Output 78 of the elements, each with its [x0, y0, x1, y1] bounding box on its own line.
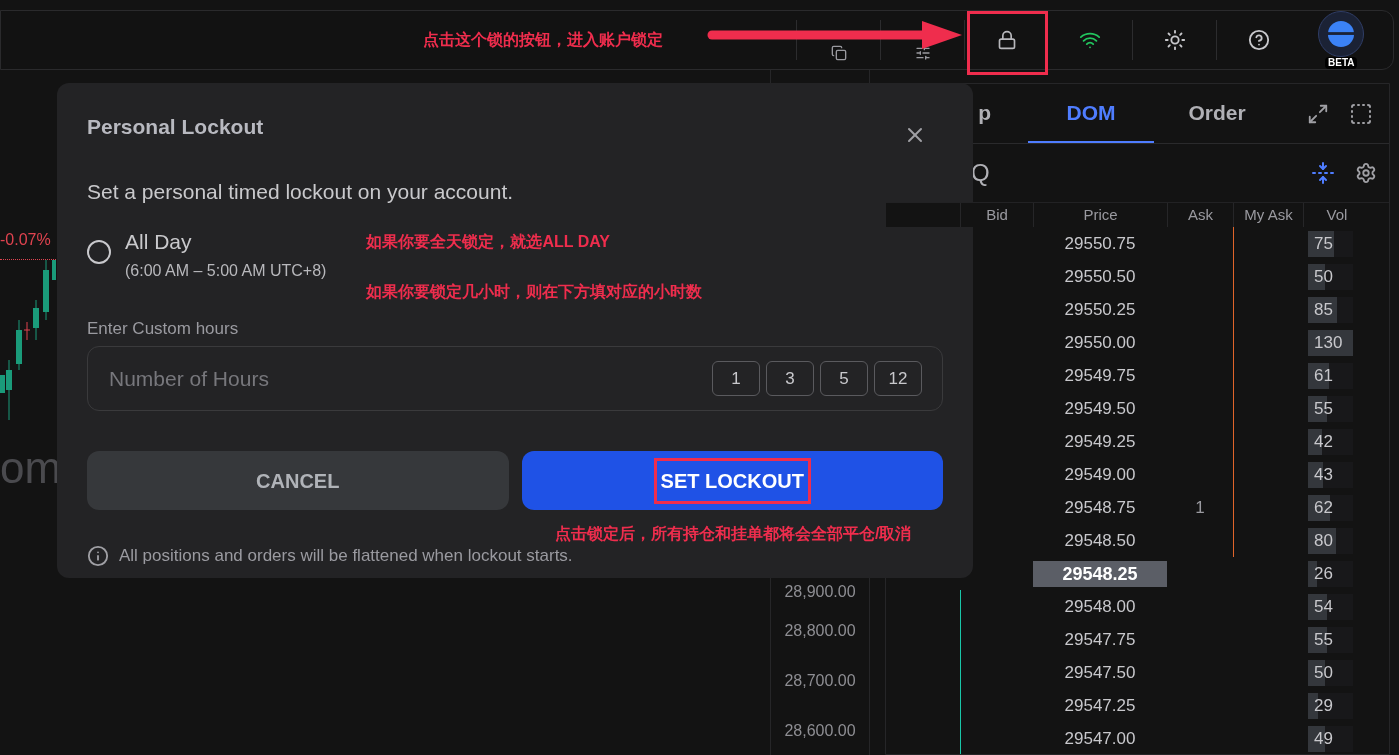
price-cell[interactable]: 29549.25 [1064, 428, 1136, 455]
set-lockout-button[interactable]: SET LOCKOUT [521, 451, 943, 510]
all-day-hours: (6:00 AM – 5:00 AM UTC+8) [125, 261, 327, 281]
annotation-text: 点击锁定后，所有持仓和挂单都将会全部平仓/取消 [555, 524, 913, 544]
price-cell[interactable]: 29549.75 [1064, 362, 1136, 389]
volume-cell-text: 26 [1314, 562, 1333, 585]
sliders-icon[interactable] [914, 45, 931, 61]
avatar[interactable] [1318, 11, 1364, 57]
axis-label: 28,600.00 [784, 721, 856, 741]
column-header: Price [1083, 204, 1118, 225]
custom-hours-label: Enter Custom hours [87, 317, 240, 340]
price-cell[interactable]: 29548.00 [1064, 593, 1136, 620]
price-cell[interactable]: 29549.50 [1064, 395, 1136, 422]
dialog-note: All positions and orders will be flattened when lockout starts. [119, 545, 573, 567]
volume-cell-text: 50 [1314, 265, 1333, 288]
price-cell[interactable]: 29550.75 [1064, 230, 1136, 257]
panel-tab[interactable]: Order [1154, 84, 1280, 143]
price-cell[interactable]: 29548.25 [1033, 560, 1167, 587]
column-header: Ask [1188, 204, 1213, 225]
volume-cell-text: 80 [1314, 529, 1333, 552]
preset-hours-button[interactable]: 1 [712, 361, 760, 396]
lock-icon[interactable] [996, 30, 1017, 50]
settings-icon[interactable] [1355, 162, 1377, 184]
symbol-name: Q [971, 158, 990, 188]
preset-hours-button[interactable]: 5 [820, 361, 868, 396]
panel-tab[interactable]: DOM [1028, 84, 1154, 143]
axis-label: 28,900.00 [784, 582, 856, 602]
column-header: Vol [1326, 204, 1348, 225]
volume-cell-text: 55 [1314, 397, 1333, 420]
volume-cell-text: 50 [1314, 661, 1333, 684]
volume-cell-text: 42 [1314, 430, 1333, 453]
all-day-label: All Day [125, 228, 193, 255]
price-cell[interactable]: 29548.75 [1064, 494, 1136, 521]
volume-cell-text: 85 [1314, 298, 1333, 321]
ask-cell-text: 1 [1195, 496, 1205, 519]
volume-cell-text: 54 [1314, 595, 1333, 618]
center-price-icon[interactable] [1311, 161, 1335, 185]
volume-cell-text: 130 [1314, 331, 1343, 354]
preset-hours-button[interactable]: 12 [874, 361, 922, 396]
price-cell[interactable]: 29548.50 [1064, 527, 1136, 554]
dialog-title: Personal Lockout [87, 114, 264, 141]
dialog-description: Set a personal timed lockout on your account. [87, 179, 515, 205]
axis-label: 28,800.00 [784, 621, 856, 641]
hours-field[interactable]: Number of Hours 1 3 5 12 [87, 346, 943, 411]
info-icon [87, 544, 109, 567]
preset-hours-button[interactable]: 3 [766, 361, 814, 396]
price-cell[interactable]: 29547.25 [1064, 692, 1136, 719]
column-header: Bid [986, 204, 1008, 225]
beta-badge: BETA [1325, 57, 1358, 69]
column-header: My Ask [1244, 204, 1293, 225]
axis-label: 28,700.00 [784, 671, 856, 691]
volume-cell-text: 75 [1314, 232, 1333, 255]
price-change: -0.07% [0, 230, 51, 250]
help-icon[interactable] [1247, 29, 1270, 51]
price-cell[interactable]: 29550.00 [1064, 329, 1136, 356]
panel-tab[interactable]: p [886, 84, 1028, 143]
volume-cell-text: 43 [1314, 463, 1333, 486]
price-cell[interactable]: 29547.00 [1064, 725, 1136, 752]
brightness-icon[interactable] [1163, 29, 1186, 51]
collapse-icon[interactable] [1349, 101, 1373, 126]
volume-cell-text: 61 [1314, 364, 1333, 387]
volume-cell-text: 49 [1314, 727, 1333, 750]
price-cell[interactable]: 29549.00 [1064, 461, 1136, 488]
copy-icon[interactable] [830, 45, 847, 61]
price-cell[interactable]: 29547.50 [1064, 659, 1136, 686]
price-cell[interactable]: 29550.50 [1064, 263, 1136, 290]
volume-cell-text: 29 [1314, 694, 1333, 717]
chart-watermark: om [0, 446, 62, 490]
price-cell[interactable]: 29547.75 [1064, 626, 1136, 653]
volume-cell-text: 62 [1314, 496, 1333, 519]
price-cell[interactable]: 29550.25 [1064, 296, 1136, 323]
annotation-text: 如果你要锁定几小时，则在下方填对应的小时数 [366, 281, 703, 302]
annotation-text: 如果你要全天锁定，就选ALL DAY [366, 231, 611, 252]
all-day-radio[interactable] [87, 239, 111, 264]
cancel-button[interactable]: CANCEL [87, 451, 509, 510]
volume-cell-text: 55 [1314, 628, 1333, 651]
annotation-text: 点击这个锁的按钮，进入账户锁定 [423, 30, 663, 50]
expand-icon[interactable] [1307, 102, 1329, 125]
